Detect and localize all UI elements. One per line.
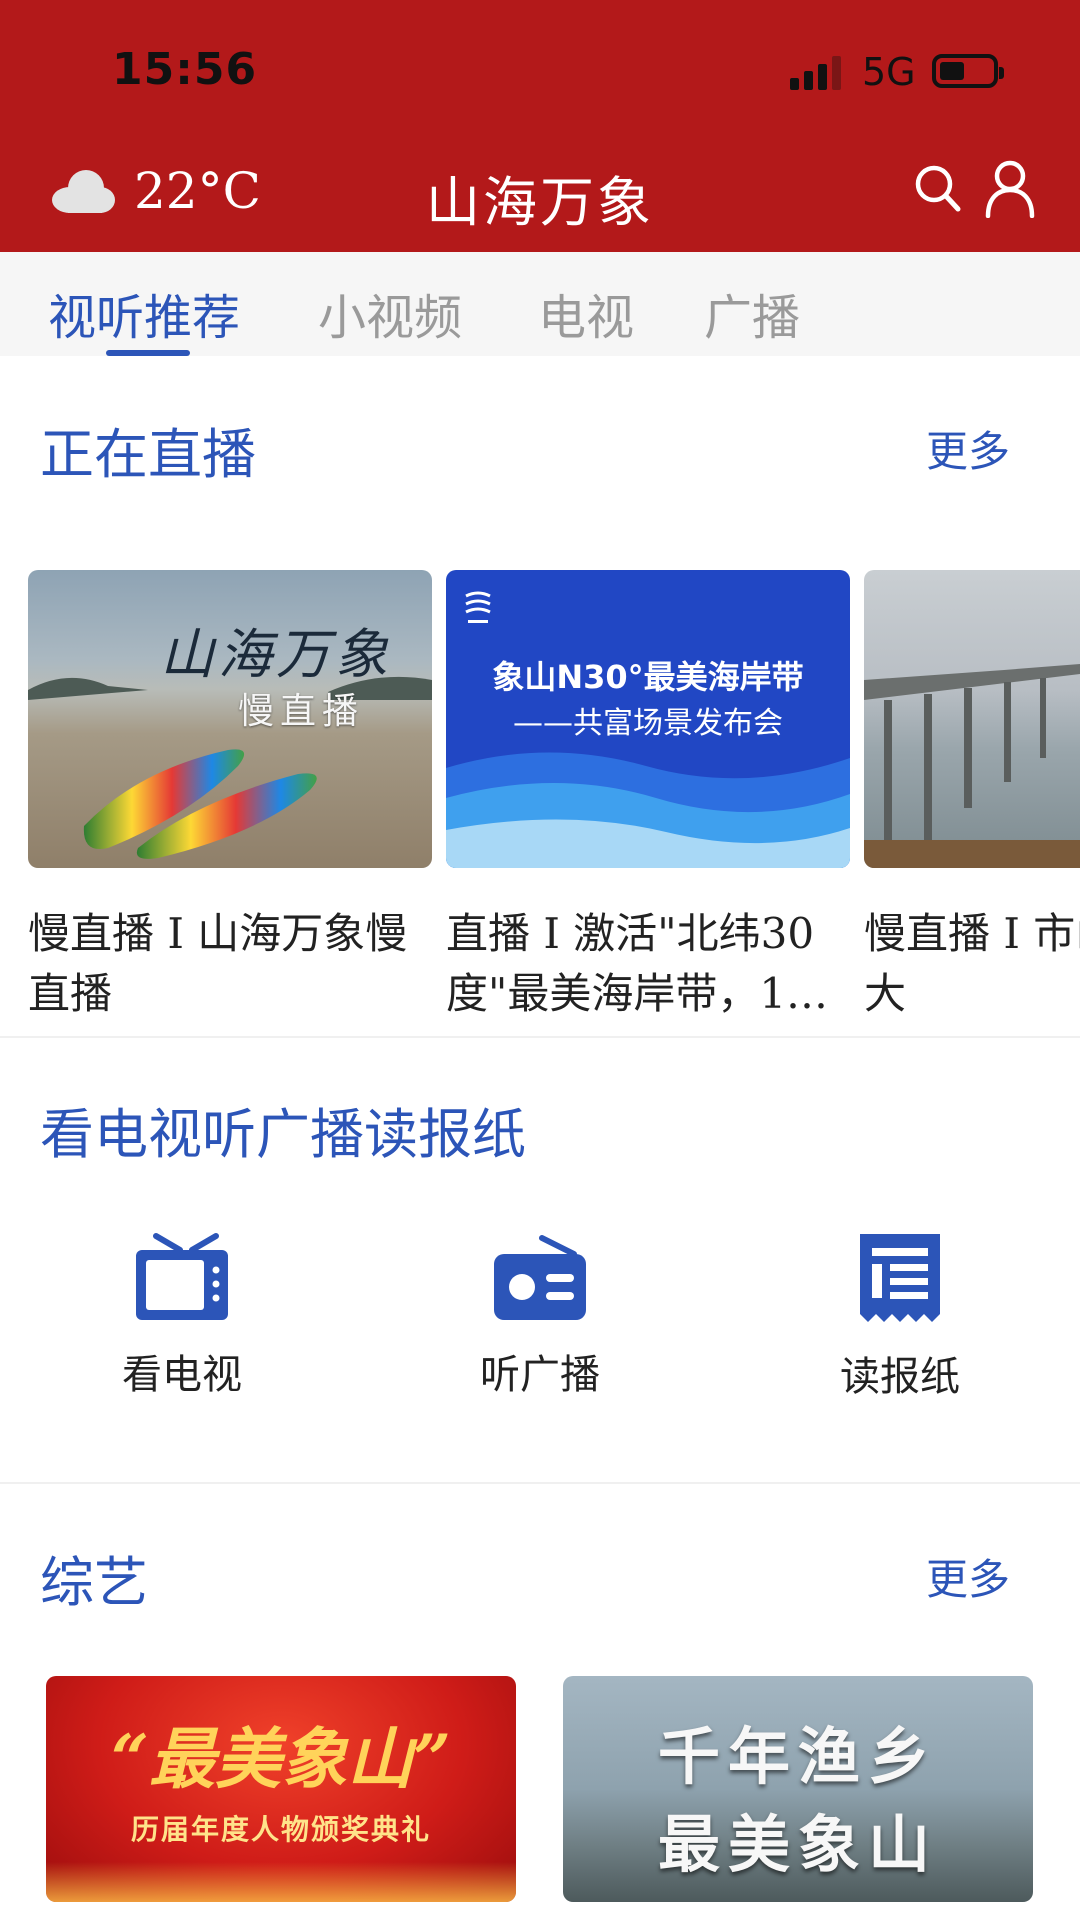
live-card-title: 慢直播 I 山海万象慢直播 (28, 909, 408, 1018)
user-icon[interactable] (984, 160, 1036, 218)
battery-icon (932, 54, 1004, 88)
live-section-title: 正在直播 (40, 423, 256, 486)
variety-more-link[interactable]: 更多 (926, 1546, 1010, 1607)
signal-icon (790, 56, 841, 90)
live-card[interactable]: 山海万象 慢直播 慢直播 I 山海万象慢直播 (28, 570, 432, 1024)
variety-card[interactable]: 千年渔乡 最美象山 (563, 1676, 1033, 1902)
newspaper-icon (860, 1234, 940, 1322)
live-more-link[interactable]: 更多 (926, 418, 1010, 479)
screen: 15:56 5G 22°C 山海万象 视听推荐 小视频 电视 广播 正在直播 更… (0, 0, 1080, 1920)
search-icon[interactable] (914, 164, 962, 214)
live-card[interactable]: 象山N30°最美海岸带 ——共富场景发布会 直播 I 激活"北纬30度"最美海岸… (446, 570, 850, 1024)
thumbnail-subtitle: ——共富场景发布会 (513, 706, 783, 741)
tv-icon (136, 1233, 228, 1320)
live-card-thumbnail: 山海万象 慢直播 (28, 570, 432, 868)
watch-tv-entry[interactable]: 看电视 (62, 1232, 302, 1400)
variety-card-title: 千年渔乡 (657, 1720, 938, 1793)
app-header: 15:56 5G 22°C 山海万象 (0, 0, 1080, 252)
read-newspaper-entry[interactable]: 读报纸 (780, 1232, 1020, 1402)
kayaks-image (83, 749, 317, 859)
stage-glow (46, 1862, 516, 1902)
entry-label: 听广播 (480, 1352, 600, 1398)
variety-card-subtitle: 最美象山 (657, 1808, 938, 1881)
media-section-title: 看电视听广播读报纸 (40, 1103, 526, 1166)
thumbnail-title: 山海万象 (160, 623, 392, 686)
radio-icon (494, 1235, 586, 1320)
status-time: 15:56 (112, 44, 258, 95)
variety-card-subtitle: 历届年度人物颁奖典礼 (130, 1813, 431, 1846)
tab-recommend[interactable]: 视听推荐 (48, 278, 240, 348)
section-divider (0, 1482, 1080, 1484)
live-card-thumbnail (864, 570, 1080, 868)
entry-label: 读报纸 (840, 1354, 960, 1400)
xiangshan-logo-icon (465, 591, 491, 623)
listen-radio-entry[interactable]: 听广播 (420, 1232, 660, 1400)
tab-tv[interactable]: 电视 (538, 278, 634, 348)
variety-card-title: “最美象山” (111, 1720, 451, 1798)
section-divider (0, 1036, 1080, 1038)
variety-section-title: 综艺 (40, 1551, 148, 1614)
thumbnail-subtitle: 慢直播 (238, 691, 365, 732)
live-card[interactable]: 慢直播 I 市山港跨海大 (864, 570, 1080, 1024)
waves-shape (446, 752, 850, 868)
active-tab-indicator (106, 350, 190, 356)
category-tabs: 视听推荐 小视频 电视 广播 (0, 252, 1080, 356)
live-card-thumbnail: 象山N30°最美海岸带 ——共富场景发布会 (446, 570, 850, 868)
network-type: 5G (862, 50, 916, 94)
live-card-title: 直播 I 激活"北纬30度"最美海岸带，1… (446, 909, 829, 1018)
tab-radio[interactable]: 广播 (704, 278, 800, 348)
tab-short-video[interactable]: 小视频 (318, 278, 462, 348)
entry-label: 看电视 (122, 1352, 242, 1398)
bridge-image (864, 664, 1080, 868)
live-card-title: 慢直播 I 市山港跨海大 (864, 909, 1080, 1018)
variety-card[interactable]: “最美象山” 历届年度人物颁奖典礼 (46, 1676, 516, 1902)
thumbnail-title: 象山N30°最美海岸带 (492, 658, 804, 696)
